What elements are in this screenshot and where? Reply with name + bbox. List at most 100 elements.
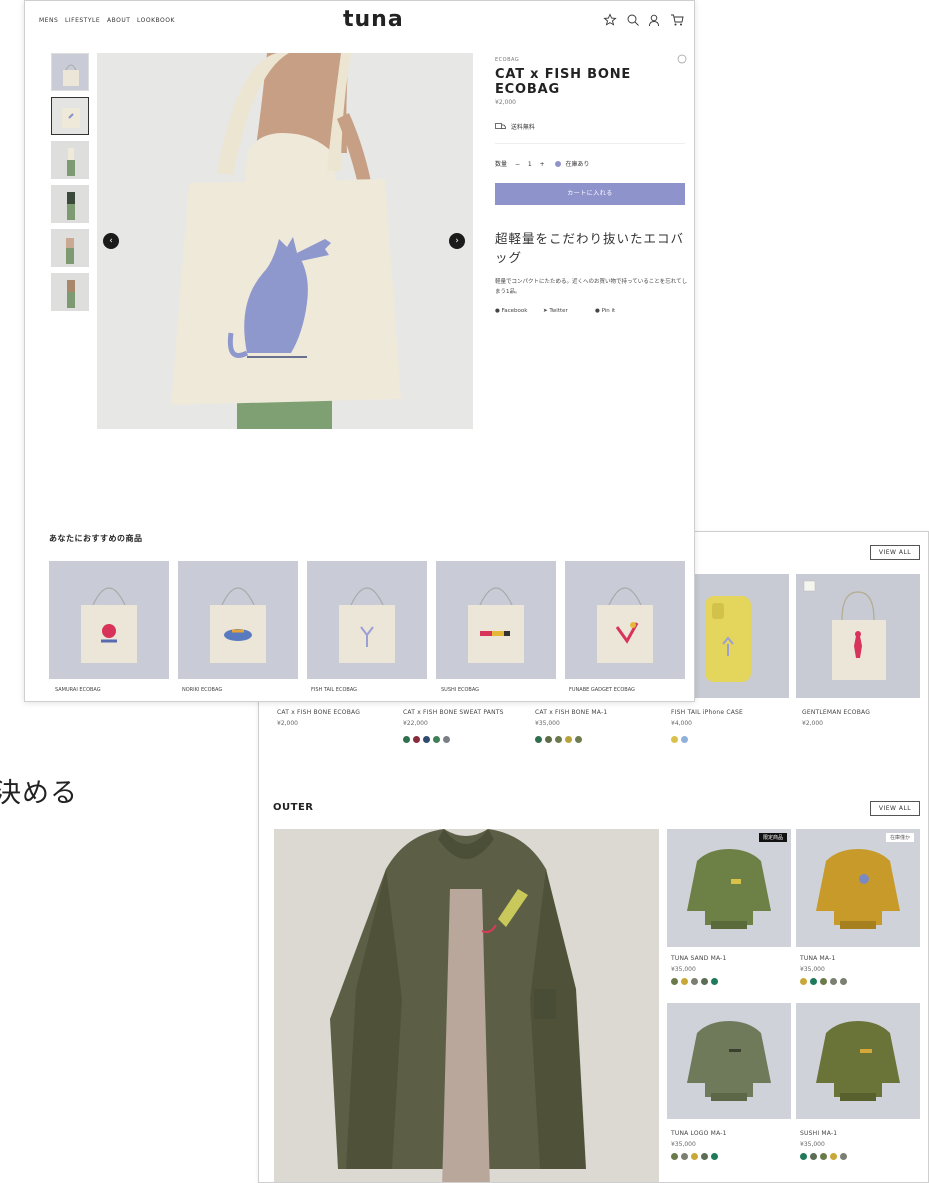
bag-thumbnail-image xyxy=(52,54,88,90)
recommended-product-name[interactable]: FUNABE GADGET ECOBAG xyxy=(569,687,635,693)
swatch[interactable] xyxy=(840,978,847,985)
product-title: CAT x FISH BONE ECOBAG xyxy=(495,67,632,97)
swatch[interactable] xyxy=(820,1153,827,1160)
product-price: ¥35,000 xyxy=(671,1141,696,1148)
product-thumb-tuna-logo-ma1[interactable] xyxy=(667,1003,791,1119)
product-thumb-tuna-sand-ma1[interactable] xyxy=(667,829,791,947)
swatch[interactable] xyxy=(671,978,678,985)
swatch[interactable] xyxy=(691,1153,698,1160)
product-name[interactable]: TUNA SAND MA-1 xyxy=(671,955,727,962)
stock-status: 在庫あり xyxy=(565,161,590,168)
swatch[interactable] xyxy=(671,736,678,743)
swatch[interactable] xyxy=(800,1153,807,1160)
swatch[interactable] xyxy=(681,736,688,743)
recommended-product-thumb[interactable] xyxy=(307,561,427,679)
recommended-product-thumb[interactable] xyxy=(565,561,685,679)
favorite-star-icon[interactable] xyxy=(603,13,617,27)
swatch[interactable] xyxy=(701,1153,708,1160)
recommended-product-thumb[interactable] xyxy=(436,561,556,679)
thumbnail-item[interactable] xyxy=(51,273,89,311)
nav-link-lookbook[interactable]: LOOKBOOK xyxy=(137,17,175,24)
product-thumb-tuna-ma1[interactable] xyxy=(796,829,920,947)
thumbnail-item[interactable] xyxy=(51,185,89,223)
swatch[interactable] xyxy=(711,978,718,985)
site-logo[interactable]: tuna xyxy=(343,7,404,32)
product-name[interactable]: FISH TAIL iPhone CASE xyxy=(671,709,743,716)
next-image-button[interactable]: › xyxy=(449,233,465,249)
recommended-product-thumb[interactable] xyxy=(49,561,169,679)
recommended-product-name[interactable]: NORIKI ECOBAG xyxy=(182,687,222,693)
share-twitter-label: Twitter xyxy=(549,308,568,314)
swatch[interactable] xyxy=(830,978,837,985)
recommended-product-name[interactable]: SAMURAI ECOBAG xyxy=(55,687,101,693)
ecobag-image xyxy=(339,587,395,663)
swatch[interactable] xyxy=(681,978,688,985)
share-facebook-label: Facebook xyxy=(501,308,528,314)
swatch[interactable] xyxy=(403,736,410,743)
product-price: ¥22,000 xyxy=(403,720,428,727)
swatch[interactable] xyxy=(555,736,562,743)
product-thumb-sushi-ma1[interactable] xyxy=(796,1003,920,1119)
product-name[interactable]: TUNA MA-1 xyxy=(800,955,836,962)
search-icon[interactable] xyxy=(626,13,640,27)
swatch[interactable] xyxy=(575,736,582,743)
share-pinterest-link[interactable]: ● Pin it xyxy=(595,308,615,314)
product-name[interactable]: CAT x FISH BONE ECOBAG xyxy=(277,709,360,716)
product-description: 軽量でコンパクトにたためる。近くへのお買い物で持っていることを忘れてしまう1品。 xyxy=(495,279,688,295)
thumbnail-item[interactable] xyxy=(51,53,89,91)
swatch[interactable] xyxy=(413,736,420,743)
product-name[interactable]: CAT x FISH BONE MA-1 xyxy=(535,709,607,716)
recommended-product-name[interactable]: FISH TAIL ECOBAG xyxy=(311,687,357,693)
product-price: ¥35,000 xyxy=(800,966,825,973)
product-name[interactable]: GENTLEMAN ECOBAG xyxy=(802,709,870,716)
outer-feature-image[interactable] xyxy=(274,829,659,1182)
nav-link-mens[interactable]: MENS xyxy=(39,17,58,24)
share-icon[interactable] xyxy=(677,54,687,64)
swatch[interactable] xyxy=(443,736,450,743)
cart-icon[interactable] xyxy=(670,13,684,27)
model-thumbnail-image xyxy=(52,186,88,222)
product-name[interactable]: TUNA LOGO MA-1 xyxy=(671,1130,727,1137)
account-icon[interactable] xyxy=(647,13,661,27)
swatch[interactable] xyxy=(671,1153,678,1160)
product-hero-image[interactable] xyxy=(97,53,473,429)
nav-link-about[interactable]: ABOUT xyxy=(107,17,130,24)
outer-view-all-button[interactable]: VIEW ALL xyxy=(870,801,920,816)
quantity-increment-button[interactable]: + xyxy=(540,161,545,168)
quantity-decrement-button[interactable]: − xyxy=(515,161,520,168)
swatch[interactable] xyxy=(810,978,817,985)
quantity-row: 数量 − 1 + 在庫あり xyxy=(495,159,590,168)
recommended-product-name[interactable]: SUSHI ECOBAG xyxy=(441,687,479,693)
view-all-button[interactable]: VIEW ALL xyxy=(870,545,920,560)
quantity-value[interactable]: 1 xyxy=(528,161,532,168)
swatch[interactable] xyxy=(840,1153,847,1160)
swatch[interactable] xyxy=(545,736,552,743)
product-thumb-gentleman-ecobag[interactable] xyxy=(796,574,920,698)
thumbnail-item[interactable] xyxy=(51,141,89,179)
swatch[interactable] xyxy=(810,1153,817,1160)
swatch[interactable] xyxy=(681,1153,688,1160)
swatch[interactable] xyxy=(701,978,708,985)
low-stock-tag: 在庫僅か xyxy=(886,833,915,842)
recommended-product-thumb[interactable] xyxy=(178,561,298,679)
prev-image-button[interactable]: ‹ xyxy=(103,233,119,249)
swatch[interactable] xyxy=(691,978,698,985)
nav-link-lifestyle[interactable]: LIFESTYLE xyxy=(65,17,100,24)
swatch[interactable] xyxy=(711,1153,718,1160)
swatch[interactable] xyxy=(800,978,807,985)
share-facebook-link[interactable]: ● Facebook xyxy=(495,308,527,314)
swatch[interactable] xyxy=(535,736,542,743)
swatch[interactable] xyxy=(423,736,430,743)
add-to-cart-button[interactable]: カートに入れる xyxy=(495,183,685,205)
swatch[interactable] xyxy=(830,1153,837,1160)
swatch[interactable] xyxy=(565,736,572,743)
product-name[interactable]: SUSHI MA-1 xyxy=(800,1130,837,1137)
product-category[interactable]: ECOBAG xyxy=(495,57,519,63)
thumbnail-item[interactable] xyxy=(51,229,89,267)
product-name[interactable]: CAT x FISH BONE SWEAT PANTS xyxy=(403,709,504,716)
swatch[interactable] xyxy=(820,978,827,985)
share-twitter-link[interactable]: ➤ Twitter xyxy=(543,308,568,314)
thumbnail-item-selected[interactable] xyxy=(51,97,89,135)
swatch[interactable] xyxy=(433,736,440,743)
product-price: ¥2,000 xyxy=(802,720,823,727)
